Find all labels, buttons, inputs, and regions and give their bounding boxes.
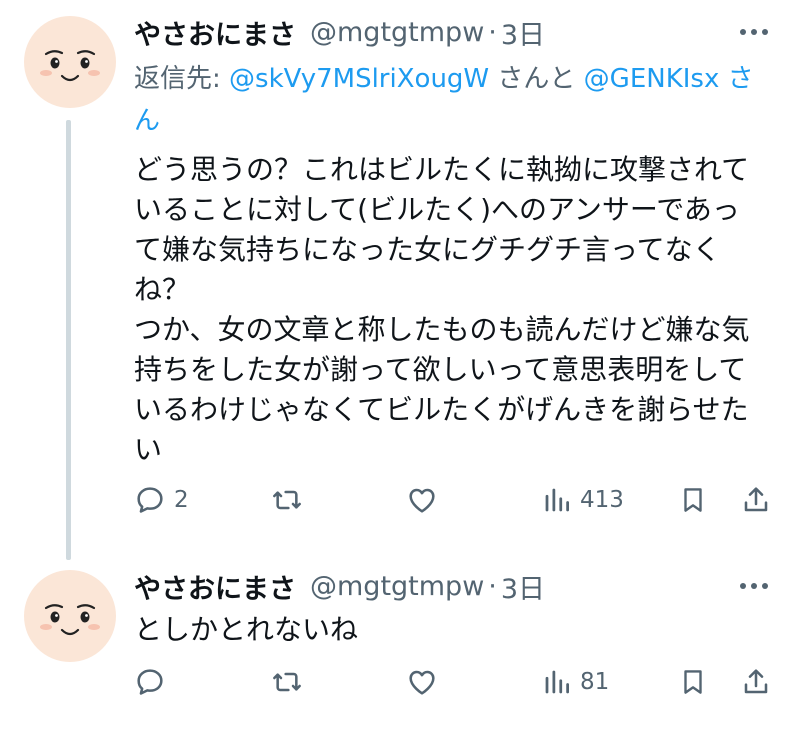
retweet-button[interactable]	[270, 478, 312, 522]
reply-button[interactable]	[134, 660, 174, 704]
tweet-actions: 2 413	[0, 478, 800, 522]
separator-dot: ·	[488, 570, 497, 602]
separator-dot: ·	[488, 16, 497, 48]
views-icon	[545, 670, 569, 694]
reply-button[interactable]: 2	[134, 478, 189, 522]
heart-icon	[409, 670, 435, 695]
author-name[interactable]: やさおにまさ	[134, 567, 296, 606]
views-button[interactable]: 81	[542, 660, 609, 704]
view-count: 413	[580, 487, 624, 513]
more-horizontal-icon	[740, 29, 768, 35]
reply-icon	[137, 669, 163, 695]
retweet-button[interactable]	[270, 660, 312, 704]
retweet-icon	[273, 672, 301, 692]
timestamp[interactable]: 3日	[501, 13, 545, 52]
view-count: 81	[580, 669, 610, 695]
like-button[interactable]	[406, 478, 446, 522]
reply-icon	[137, 487, 163, 513]
share-icon	[744, 487, 768, 512]
tweet-header: やさおにまさ @mgtgtmpw · 3日	[134, 13, 545, 52]
views-button[interactable]: 413	[542, 478, 624, 522]
bookmark-icon	[684, 670, 702, 694]
reply-to-prefix: 返信先:	[134, 64, 230, 94]
share-button[interactable]	[740, 478, 772, 522]
timestamp[interactable]: 3日	[501, 567, 545, 606]
tweet-actions: 81	[0, 660, 800, 704]
more-options-button[interactable]	[734, 568, 774, 604]
reply-to-mention-1[interactable]: @skVy7MSlriXougW	[229, 64, 489, 94]
reply-to-mention-2[interactable]: @GENKIsx	[584, 64, 720, 94]
bookmark-button[interactable]	[678, 478, 708, 522]
avatar[interactable]	[24, 16, 116, 108]
author-name[interactable]: やさおにまさ	[134, 13, 296, 52]
like-button[interactable]	[406, 660, 446, 704]
avatar-face-icon	[40, 50, 100, 82]
tweet-text: どう思うの？これはビルたくに執拗に攻撃されて いることに対して(ビルたく)へのア…	[134, 153, 750, 466]
retweet-icon	[273, 490, 301, 510]
share-icon	[744, 669, 768, 694]
tweet-text: としかとれないね	[134, 613, 359, 646]
bookmark-icon	[684, 488, 702, 512]
tweet[interactable]: やさおにまさ @mgtgtmpw · 3日 としかとれないね 81	[0, 560, 800, 730]
author-handle[interactable]: @mgtgtmpw	[310, 571, 484, 602]
views-icon	[545, 488, 569, 512]
more-horizontal-icon	[740, 583, 768, 589]
reply-count: 2	[174, 487, 189, 513]
more-options-button[interactable]	[734, 14, 774, 50]
share-button[interactable]	[740, 660, 772, 704]
heart-icon	[409, 488, 435, 513]
reply-to-middle: さんと	[489, 64, 584, 94]
tweet-header: やさおにまさ @mgtgtmpw · 3日	[134, 567, 545, 606]
avatar[interactable]	[24, 570, 116, 662]
avatar-face-icon	[40, 604, 100, 636]
author-handle[interactable]: @mgtgtmpw	[310, 17, 484, 48]
bookmark-button[interactable]	[678, 660, 708, 704]
reply-to-line: 返信先: @skVy7MSlriXougW さんと @GENKIsx さん	[134, 58, 774, 142]
tweet[interactable]: やさおにまさ @mgtgtmpw · 3日 返信先: @skVy7MSlriXo…	[0, 0, 800, 560]
